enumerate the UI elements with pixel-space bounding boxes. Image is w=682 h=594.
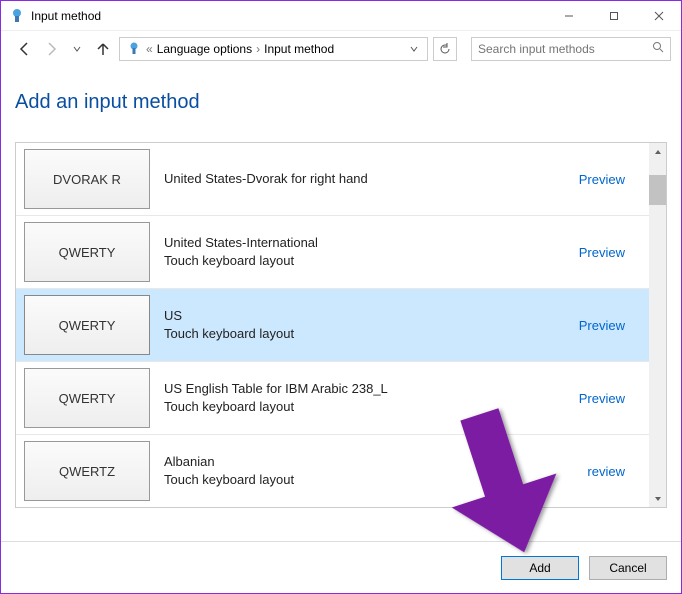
list-item[interactable]: QWERTYUnited States-InternationalTouch k… [16, 216, 649, 289]
item-label: United States-InternationalTouch keyboar… [158, 234, 579, 269]
chevron-right-icon: › [256, 42, 260, 56]
refresh-button[interactable] [433, 37, 457, 61]
window-controls [546, 1, 681, 31]
overflow-chevron: « [146, 42, 153, 56]
navbar: « Language options › Input method [1, 31, 681, 67]
window-title: Input method [31, 9, 546, 23]
item-label: United States-Dvorak for right hand [158, 170, 579, 188]
scroll-up-button[interactable] [649, 143, 666, 160]
history-dropdown[interactable] [67, 39, 87, 59]
scroll-down-button[interactable] [649, 490, 666, 507]
dialog-footer: Add Cancel [1, 541, 681, 593]
up-button[interactable] [93, 39, 113, 59]
list-item[interactable]: QWERTYUS English Table for IBM Arabic 23… [16, 362, 649, 435]
location-icon [126, 41, 142, 57]
page-title: Add an input method [15, 91, 667, 114]
address-bar[interactable]: « Language options › Input method [119, 37, 428, 61]
app-icon [9, 8, 25, 24]
preview-link[interactable]: review [587, 464, 625, 479]
search-input[interactable] [478, 42, 652, 56]
minimize-button[interactable] [546, 1, 591, 31]
keyboard-layout-badge: DVORAK R [24, 149, 150, 209]
list-item[interactable]: DVORAK R United States-Dvorak for right h… [16, 143, 649, 216]
breadcrumb-item[interactable]: Input method [264, 42, 334, 56]
back-button[interactable] [15, 39, 35, 59]
item-label: AlbanianTouch keyboard layout [158, 453, 587, 488]
maximize-button[interactable] [591, 1, 636, 31]
preview-link[interactable]: Preview [579, 318, 625, 333]
forward-button[interactable] [41, 39, 61, 59]
content-area: Add an input method DVORAK RUnited State… [1, 67, 681, 508]
close-button[interactable] [636, 1, 681, 31]
address-dropdown[interactable] [407, 42, 421, 56]
preview-link[interactable]: Preview [579, 245, 625, 260]
scroll-thumb[interactable] [649, 175, 666, 205]
keyboard-layout-badge: QWERTY [24, 222, 150, 282]
add-button[interactable]: Add [501, 556, 579, 580]
breadcrumb-item[interactable]: Language options [157, 42, 252, 56]
keyboard-layout-badge: QWERTZ [24, 441, 150, 501]
item-label: USTouch keyboard layout [158, 307, 579, 342]
keyboard-layout-badge: QWERTY [24, 295, 150, 355]
scrollbar[interactable] [649, 143, 666, 507]
titlebar: Input method [1, 1, 681, 31]
cancel-button[interactable]: Cancel [589, 556, 667, 580]
search-icon [652, 40, 664, 58]
list-item[interactable]: QWERTYUSTouch keyboard layoutPreview [16, 289, 649, 362]
input-method-list: DVORAK R United States-Dvorak for right h… [15, 142, 667, 508]
preview-link[interactable]: Preview [579, 172, 625, 187]
search-box[interactable] [471, 37, 671, 61]
preview-link[interactable]: Preview [579, 391, 625, 406]
keyboard-layout-badge: QWERTY [24, 368, 150, 428]
item-label: US English Table for IBM Arabic 238_LTou… [158, 380, 579, 415]
list-item[interactable]: QWERTZAlbanianTouch keyboard layoutrevie… [16, 435, 649, 508]
